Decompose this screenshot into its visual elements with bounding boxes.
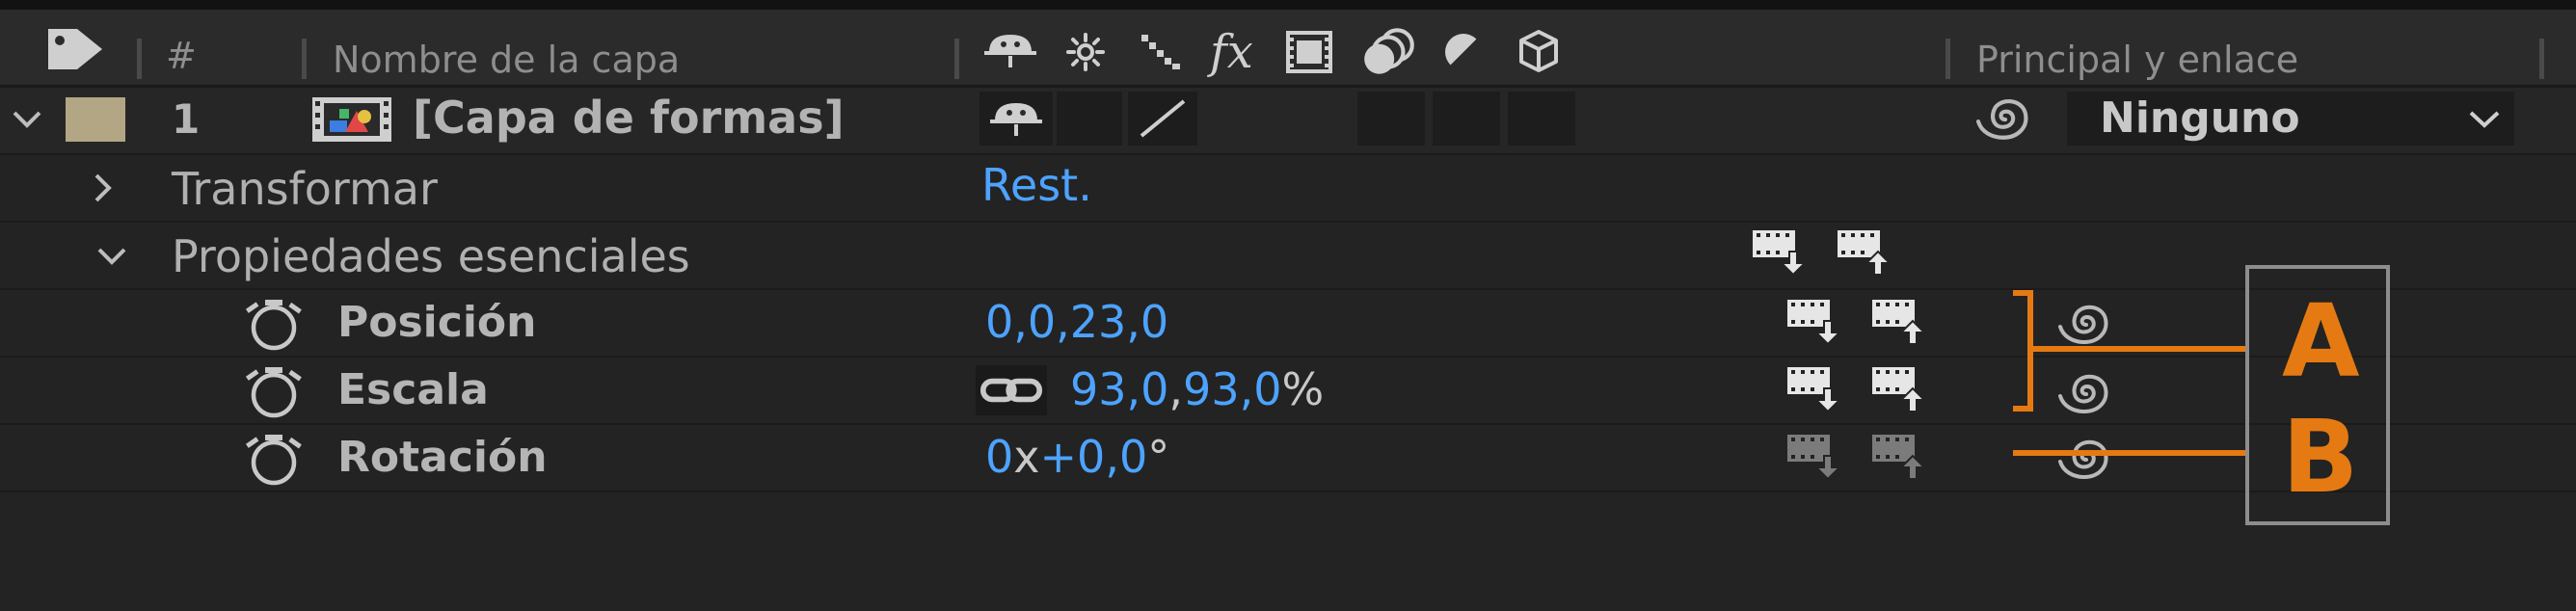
callout-label-box: A B <box>2245 265 2390 525</box>
property-name: Escala <box>337 365 489 414</box>
column-divider[interactable] <box>137 39 142 79</box>
parent-dropdown[interactable]: Ninguno <box>2067 92 2514 146</box>
scale-x-value[interactable]: 93,0 <box>1070 363 1168 415</box>
transform-group-row[interactable]: Transformar Rest. <box>0 155 2576 223</box>
stopwatch-icon[interactable] <box>245 365 303 419</box>
layer-number: 1 <box>172 95 201 143</box>
quality-icon[interactable] <box>1140 33 1184 71</box>
shy-icon <box>987 99 1045 138</box>
motion-blur-switch[interactable] <box>1357 92 1425 146</box>
constrain-proportions-toggle[interactable] <box>976 365 1047 415</box>
number-column-header: # <box>166 35 197 77</box>
quality-switch[interactable] <box>1128 92 1197 146</box>
shape-layer-icon <box>312 97 391 142</box>
rotation-revolutions-value[interactable]: 0 <box>985 431 1013 483</box>
frame-blend-icon[interactable] <box>1286 31 1332 73</box>
rotation-x: x <box>1013 431 1040 483</box>
push-to-properties-icon[interactable] <box>1785 365 1843 413</box>
property-name: Posición <box>337 298 537 347</box>
column-divider[interactable] <box>1945 39 1950 79</box>
fx-icon[interactable]: fx <box>1210 25 1253 79</box>
motion-blur-icon[interactable] <box>1359 27 1419 77</box>
essential-properties-label: Propiedades esenciales <box>172 230 690 282</box>
essential-properties-row[interactable]: Propiedades esenciales <box>0 223 2576 290</box>
push-to-properties-icon[interactable] <box>1785 298 1843 346</box>
layer-name-column-header[interactable]: Nombre de la capa <box>333 39 680 81</box>
reset-link[interactable]: Rest. <box>981 159 1092 211</box>
column-divider[interactable] <box>954 39 959 79</box>
link-icon <box>979 371 1043 410</box>
stopwatch-icon[interactable] <box>245 298 303 352</box>
pull-from-properties-icon[interactable] <box>1836 228 1893 277</box>
chevron-down-icon <box>2469 111 2500 128</box>
position-value[interactable]: 0,0,23,0 <box>985 296 1168 348</box>
collapse-sun-icon[interactable] <box>1066 33 1105 71</box>
pull-from-properties-icon[interactable] <box>1870 298 1928 346</box>
push-to-properties-icon[interactable] <box>1751 228 1809 277</box>
panel-top-edge <box>0 0 2576 10</box>
shy-icon[interactable] <box>981 31 1039 69</box>
layer-label-color-swatch[interactable] <box>66 97 125 142</box>
pick-whip-icon[interactable] <box>1972 93 2034 144</box>
label-tag-icon[interactable] <box>44 25 108 73</box>
stopwatch-icon[interactable] <box>245 433 303 487</box>
quality-slash-icon <box>1140 99 1186 138</box>
parent-dropdown-value: Ninguno <box>2100 93 2300 143</box>
3d-layer-icon[interactable] <box>1517 29 1560 73</box>
adjustment-switch[interactable] <box>1433 92 1500 146</box>
scale-y-value[interactable]: 93,0 <box>1183 363 1281 415</box>
chevron-down-icon[interactable] <box>96 246 127 267</box>
callout-b-label: B <box>2282 398 2359 516</box>
callout-a-label: A <box>2282 282 2360 400</box>
rotation-degree-sign: ° <box>1147 431 1170 483</box>
timeline-header: # Nombre de la capa fx Principal y enlac… <box>0 10 2576 88</box>
property-name: Rotación <box>337 433 548 482</box>
chevron-right-icon[interactable] <box>93 173 114 203</box>
layer-row[interactable]: 1 [Capa de formas] Ninguno <box>0 88 2576 155</box>
shy-switch[interactable] <box>979 92 1053 146</box>
push-to-properties-icon <box>1785 433 1843 481</box>
pull-from-properties-icon[interactable] <box>1870 365 1928 413</box>
scale-separator: , <box>1168 363 1184 415</box>
pull-from-properties-icon <box>1870 433 1928 481</box>
3d-switch[interactable] <box>1508 92 1575 146</box>
column-divider[interactable] <box>302 39 307 79</box>
transform-group-label: Transformar <box>172 163 438 215</box>
callout-bracket-a <box>2013 290 2246 456</box>
scale-value[interactable]: 93,0,93,0% <box>1070 363 1324 415</box>
collapse-switch[interactable] <box>1057 92 1122 146</box>
adjustment-layer-icon[interactable] <box>1442 31 1485 73</box>
rotation-value[interactable]: 0x+0,0° <box>985 431 1169 483</box>
scale-unit: % <box>1281 363 1325 415</box>
column-divider[interactable] <box>2539 39 2544 79</box>
rotation-degrees-value[interactable]: +0,0 <box>1040 431 1148 483</box>
layer-name[interactable]: [Capa de formas] <box>413 92 845 144</box>
chevron-down-icon[interactable] <box>12 109 42 130</box>
parent-link-column-header[interactable]: Principal y enlace <box>1976 39 2298 81</box>
